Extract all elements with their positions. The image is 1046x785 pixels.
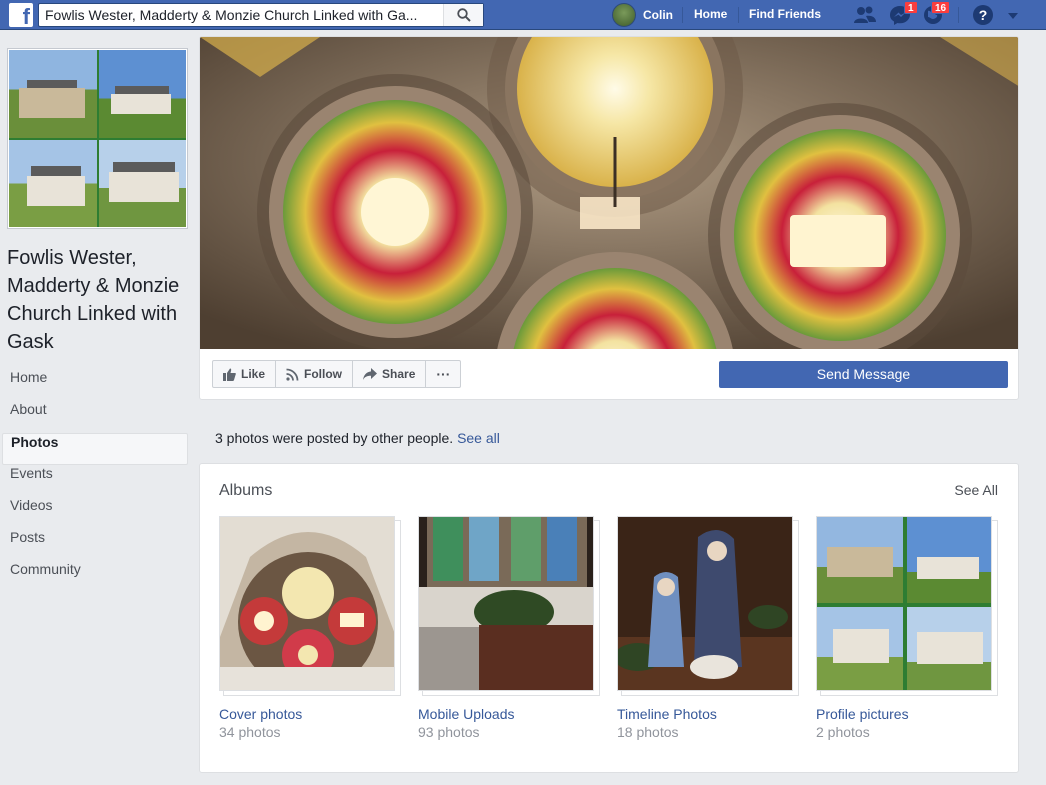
page-side-navigation: Home About Photos Events Videos Posts Co… bbox=[2, 369, 188, 593]
svg-text:?: ? bbox=[979, 7, 988, 23]
church-photo bbox=[98, 50, 186, 138]
profile-collage bbox=[9, 50, 186, 227]
more-dots-icon: ··· bbox=[436, 366, 451, 382]
stained-glass-window-image bbox=[200, 37, 1018, 349]
sidebar-item-photos[interactable]: Photos bbox=[2, 433, 188, 465]
find-friends-link[interactable]: Find Friends bbox=[749, 7, 821, 21]
album-card[interactable]: Timeline Photos 18 photos bbox=[617, 516, 799, 740]
albums-heading: Albums bbox=[219, 482, 273, 499]
album-stack bbox=[418, 516, 600, 696]
page-action-bar: Like Follow Share ··· bbox=[212, 360, 462, 388]
album-thumbnail[interactable] bbox=[816, 516, 992, 691]
friend-requests-icon[interactable] bbox=[853, 4, 877, 26]
messenger-icon[interactable]: 1 bbox=[888, 1, 918, 26]
album-name[interactable]: Mobile Uploads bbox=[418, 706, 600, 722]
more-options-button[interactable]: ··· bbox=[426, 361, 460, 387]
sidebar-item-events[interactable]: Events bbox=[2, 465, 188, 497]
page-title[interactable]: Fowlis Wester, Madderty & Monzie Church … bbox=[7, 244, 187, 356]
album-photo-count: 34 photos bbox=[219, 724, 281, 740]
follow-label: Follow bbox=[304, 367, 343, 381]
rss-follow-icon bbox=[286, 368, 299, 381]
album-photo-count: 2 photos bbox=[816, 724, 870, 740]
album-name[interactable]: Profile pictures bbox=[816, 706, 998, 722]
nav-divider bbox=[958, 7, 959, 23]
others-photos-notice: 3 photos were posted by other people. Se… bbox=[215, 430, 500, 446]
messages-badge: 1 bbox=[904, 1, 918, 14]
avatar bbox=[612, 3, 636, 27]
album-thumbnail[interactable] bbox=[617, 516, 793, 691]
sidebar-item-home[interactable]: Home bbox=[2, 369, 188, 401]
account-menu-chevron-icon[interactable] bbox=[1006, 4, 1030, 26]
church-photo bbox=[9, 139, 97, 227]
album-card[interactable]: Cover photos 34 photos bbox=[219, 516, 401, 740]
home-link[interactable]: Home bbox=[694, 7, 727, 21]
albums-see-all-link[interactable]: See All bbox=[954, 482, 998, 498]
album-thumbnail[interactable] bbox=[418, 516, 594, 691]
share-label: Share bbox=[382, 367, 416, 381]
search-box bbox=[38, 3, 484, 27]
cover-card: Like Follow Share ··· Send Message bbox=[199, 36, 1019, 400]
search-input[interactable] bbox=[39, 4, 439, 26]
notifications-badge: 16 bbox=[931, 1, 951, 14]
album-card[interactable]: Profile pictures 2 photos bbox=[816, 516, 998, 740]
user-name: Colin bbox=[643, 8, 673, 22]
help-icon[interactable]: ? bbox=[972, 4, 996, 26]
album-stack bbox=[617, 516, 799, 696]
sidebar-item-community[interactable]: Community bbox=[2, 561, 188, 593]
search-button[interactable] bbox=[443, 4, 483, 26]
church-photo bbox=[9, 50, 97, 138]
album-name[interactable]: Cover photos bbox=[219, 706, 401, 722]
follow-button[interactable]: Follow bbox=[276, 361, 354, 387]
share-button[interactable]: Share bbox=[353, 361, 427, 387]
sidebar-item-videos[interactable]: Videos bbox=[2, 497, 188, 529]
album-photo-count: 18 photos bbox=[617, 724, 679, 740]
see-all-others-link[interactable]: See all bbox=[457, 430, 500, 446]
albums-section: Albums See All Cover photos 34 photos Mo… bbox=[199, 463, 1019, 773]
search-icon bbox=[457, 8, 471, 22]
top-navigation-bar: f Colin Home Find Friends 1 16 ? bbox=[0, 0, 1046, 30]
cover-photo[interactable] bbox=[200, 37, 1018, 349]
nav-divider bbox=[682, 7, 683, 23]
sidebar-item-posts[interactable]: Posts bbox=[2, 529, 188, 561]
album-stack bbox=[219, 516, 401, 696]
facebook-logo-icon[interactable]: f bbox=[9, 3, 33, 27]
album-name[interactable]: Timeline Photos bbox=[617, 706, 799, 722]
like-label: Like bbox=[241, 367, 266, 381]
church-photo bbox=[98, 139, 186, 227]
album-photo-count: 93 photos bbox=[418, 724, 480, 740]
page-profile-picture[interactable] bbox=[7, 48, 188, 229]
nav-divider bbox=[738, 7, 739, 23]
album-thumbnail[interactable] bbox=[219, 516, 395, 691]
send-message-button[interactable]: Send Message bbox=[719, 361, 1008, 388]
notifications-globe-icon[interactable]: 16 bbox=[921, 1, 951, 26]
album-card[interactable]: Mobile Uploads 93 photos bbox=[418, 516, 600, 740]
profile-link[interactable]: Colin bbox=[612, 3, 673, 27]
sidebar-item-about[interactable]: About bbox=[2, 401, 188, 433]
like-button[interactable]: Like bbox=[213, 361, 277, 387]
thumbs-up-icon bbox=[223, 368, 236, 381]
album-stack bbox=[816, 516, 998, 696]
others-photos-text: 3 photos were posted by other people. bbox=[215, 430, 454, 446]
share-arrow-icon bbox=[363, 368, 378, 380]
